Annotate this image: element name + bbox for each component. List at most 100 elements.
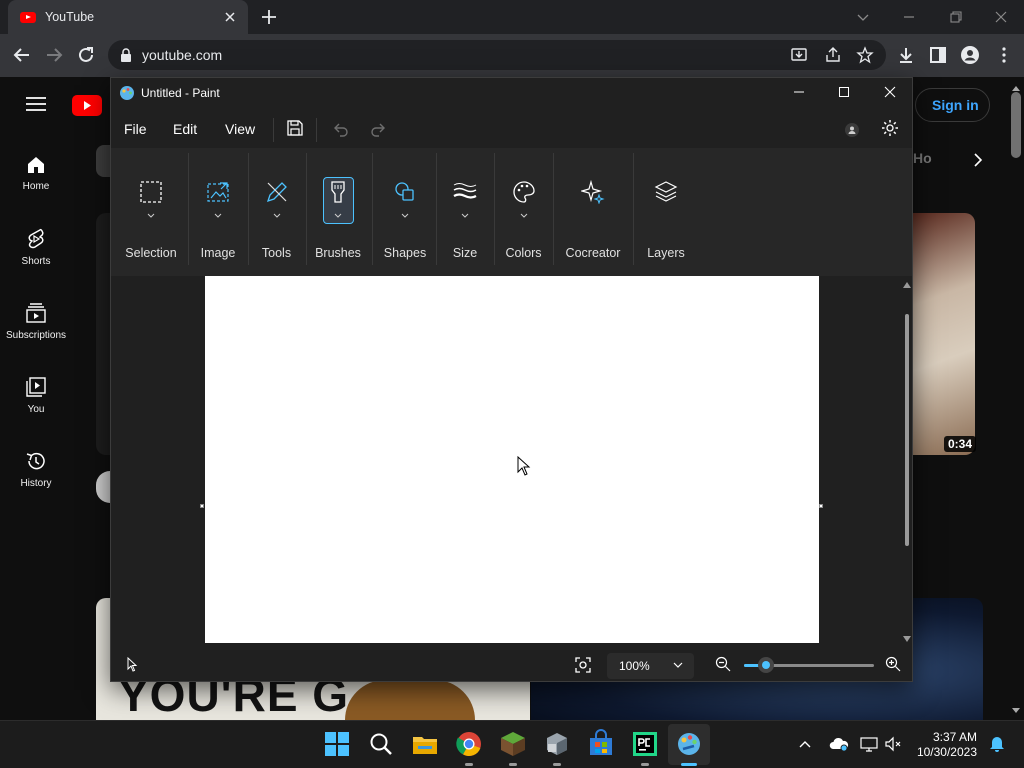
paint-minimize-icon[interactable] xyxy=(789,82,809,102)
app-cube-icon[interactable] xyxy=(542,729,572,759)
system-clock[interactable]: 3:37 AM 10/30/2023 xyxy=(905,730,977,760)
chevron-down-icon xyxy=(401,213,409,219)
ribbon-selection[interactable]: Selection xyxy=(119,148,183,276)
volume-muted-icon[interactable] xyxy=(884,735,902,753)
drawing-canvas[interactable] xyxy=(205,276,819,643)
save-icon[interactable] xyxy=(286,119,304,137)
hamburger-menu-icon[interactable] xyxy=(26,96,46,112)
undo-icon[interactable] xyxy=(331,119,349,137)
share-icon[interactable] xyxy=(824,46,842,64)
ribbon-colors[interactable]: Colors xyxy=(497,148,550,276)
ribbon-image[interactable]: Image xyxy=(191,148,245,276)
downloads-icon[interactable] xyxy=(896,45,916,65)
chrome-menu-icon[interactable] xyxy=(994,45,1014,65)
zoom-level-dropdown[interactable]: 100% xyxy=(607,653,694,679)
selection-icon xyxy=(139,180,163,204)
image-icon xyxy=(206,180,230,204)
ribbon-brushes[interactable]: Brushes xyxy=(310,148,366,276)
reload-icon[interactable] xyxy=(76,45,96,65)
install-app-icon[interactable] xyxy=(790,46,808,64)
chevron-down-icon xyxy=(214,213,222,219)
shorts-icon xyxy=(28,228,44,249)
sign-in-button[interactable]: Sign in xyxy=(915,88,990,122)
ribbon-divider xyxy=(248,153,249,265)
lock-icon[interactable] xyxy=(120,48,132,62)
ribbon-divider xyxy=(306,153,307,265)
ribbon-layers[interactable]: Layers xyxy=(637,148,695,276)
ribbon-selection-label: Selection xyxy=(125,246,177,260)
forward-arrow-icon[interactable] xyxy=(44,45,64,65)
zoom-slider-thumb[interactable] xyxy=(758,657,775,673)
profile-icon[interactable] xyxy=(960,45,980,65)
minecraft-icon[interactable] xyxy=(498,729,528,759)
nav-history[interactable]: History xyxy=(0,450,72,489)
paint-taskbar-icon[interactable] xyxy=(674,729,704,759)
fit-to-window-icon[interactable] xyxy=(574,656,592,674)
filter-chip-edge[interactable] xyxy=(96,145,110,177)
ribbon-tools[interactable]: Tools xyxy=(251,148,302,276)
chevron-down-icon xyxy=(147,213,155,219)
pointer-tool-icon[interactable] xyxy=(125,657,139,673)
settings-gear-icon[interactable] xyxy=(880,118,900,138)
paint-ribbon: Selection Image Tools Brushes Shapes Siz… xyxy=(111,148,912,276)
start-windows-icon[interactable] xyxy=(322,729,352,759)
page-scrollbar[interactable] xyxy=(1008,77,1024,720)
nav-subscriptions[interactable]: Subscriptions xyxy=(0,302,72,341)
paint-window-title: Untitled - Paint xyxy=(141,86,220,100)
back-arrow-icon[interactable] xyxy=(12,45,32,65)
bookmark-star-icon[interactable] xyxy=(856,46,874,64)
paint-title-bar[interactable]: Untitled - Paint xyxy=(111,78,912,108)
canvas-resize-handle-right[interactable] xyxy=(819,504,823,508)
close-window-icon[interactable] xyxy=(990,6,1012,28)
zoom-in-icon[interactable] xyxy=(885,656,901,672)
tab-search-chevron-icon[interactable] xyxy=(852,6,874,28)
size-lines-icon xyxy=(453,180,477,204)
display-icon[interactable] xyxy=(860,735,878,753)
filter-chip-partial[interactable]: Ho xyxy=(913,150,932,166)
microsoft-store-icon[interactable] xyxy=(586,729,616,759)
layers-icon xyxy=(654,180,678,204)
new-tab-icon[interactable] xyxy=(260,8,278,26)
onedrive-icon[interactable] xyxy=(829,735,849,753)
video-thumbnail-left-edge[interactable] xyxy=(96,213,110,455)
nav-you[interactable]: You xyxy=(0,376,72,415)
side-panel-icon[interactable] xyxy=(928,45,948,65)
youtube-logo-icon[interactable] xyxy=(72,95,102,116)
url-text: youtube.com xyxy=(142,47,223,63)
redo-icon[interactable] xyxy=(370,119,388,137)
ribbon-divider xyxy=(436,153,437,265)
address-bar[interactable]: youtube.com xyxy=(108,40,886,70)
subscriptions-icon xyxy=(26,303,46,323)
chrome-icon[interactable] xyxy=(454,729,484,759)
menu-edit[interactable]: Edit xyxy=(173,121,197,137)
paint-maximize-icon[interactable] xyxy=(834,82,854,102)
ribbon-shapes[interactable]: Shapes xyxy=(376,148,434,276)
sign-in-label: Sign in xyxy=(932,97,979,113)
notification-bell-icon[interactable] xyxy=(988,735,1006,753)
paint-close-icon[interactable] xyxy=(880,82,900,102)
menu-view[interactable]: View xyxy=(225,121,255,137)
ribbon-cocreator[interactable]: Cocreator xyxy=(557,148,629,276)
pycharm-icon[interactable] xyxy=(630,729,660,759)
ribbon-colors-label: Colors xyxy=(505,246,542,260)
close-tab-icon[interactable] xyxy=(222,9,238,25)
file-explorer-icon[interactable] xyxy=(410,729,440,759)
menu-file[interactable]: File xyxy=(124,121,147,137)
canvas-vertical-scrollbar[interactable] xyxy=(902,276,912,648)
ribbon-cocreator-label: Cocreator xyxy=(565,246,621,260)
chips-next-chevron-icon[interactable] xyxy=(970,152,986,168)
ribbon-size[interactable]: Size xyxy=(439,148,491,276)
minimize-window-icon[interactable] xyxy=(898,6,920,28)
nav-shorts[interactable]: Shorts xyxy=(0,228,72,267)
video-thumbnail[interactable] xyxy=(912,213,975,455)
search-icon[interactable] xyxy=(366,729,396,759)
canvas-resize-handle-left[interactable] xyxy=(200,504,204,508)
zoom-out-icon[interactable] xyxy=(715,656,731,672)
account-icon[interactable] xyxy=(845,123,859,137)
ribbon-divider xyxy=(188,153,189,265)
sparkle-icon xyxy=(581,180,605,204)
browser-tab-youtube[interactable]: YouTube xyxy=(8,0,248,34)
restore-window-icon[interactable] xyxy=(944,6,966,28)
nav-home[interactable]: Home xyxy=(0,155,72,192)
show-hidden-icons-chevron-icon[interactable] xyxy=(797,736,813,752)
